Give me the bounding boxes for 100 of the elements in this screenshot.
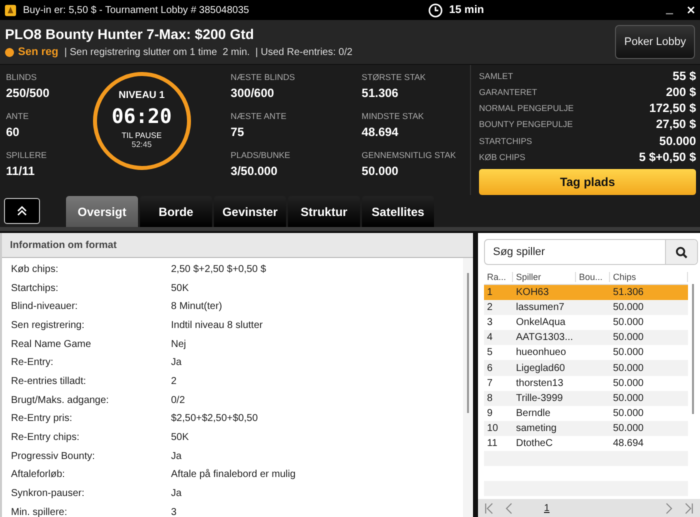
- column-header[interactable]: Spiller: [513, 272, 576, 282]
- info-value: Ja: [171, 450, 182, 462]
- prize-label: BOUNTY PENGEPULJE: [479, 119, 573, 130]
- table-cell-text: AATG1303...: [515, 332, 574, 344]
- player-row[interactable]: 9 Berndle 50.000: [484, 406, 688, 421]
- stat-value: 50.000: [362, 163, 400, 180]
- table-cell-text: 9: [486, 408, 494, 419]
- stat-label: NÆSTE BLINDS: [230, 71, 296, 83]
- page-number[interactable]: 1: [544, 502, 550, 514]
- info-value: 0/2: [171, 394, 185, 406]
- info-label: Real Name Game: [11, 338, 92, 350]
- prize-value: 5 $+0,50 $: [638, 150, 696, 164]
- info-value: Aftale på finalebord er mulig: [171, 469, 296, 480]
- window-title: Buy-in er: 5,50 $ - Tournament Lobby # 385048035: [23, 4, 250, 16]
- collapse-button[interactable]: [4, 198, 40, 224]
- stat-value: 11/11: [6, 163, 36, 180]
- tab[interactable]: Struktur: [288, 196, 360, 227]
- prize-value: 50.000: [659, 134, 696, 148]
- info-label: Aftaleforløb:: [11, 469, 66, 480]
- table-cell-text: 50.000: [612, 347, 645, 358]
- next-page-icon[interactable]: [664, 502, 674, 514]
- table-cell-text: Ligeglad60: [515, 362, 566, 374]
- info-label: Blind-niveauer:: [11, 301, 79, 312]
- table-cell-text: 48.694: [612, 438, 645, 449]
- tab[interactable]: Gevinster: [214, 196, 286, 227]
- info-label: Re-Entry chips:: [11, 432, 80, 444]
- table-cell-text: 50.000: [612, 378, 645, 389]
- logo-icon: [4, 4, 17, 16]
- prize-label: NORMAL PENGEPULJE: [479, 103, 574, 114]
- table-cell-text: Trille-3999: [515, 392, 564, 404]
- registration-info: | Sen registrering slutter om 1 time 2 min. | Used Re-entries: 0/2: [64, 46, 352, 58]
- search-field[interactable]: Søg spiller: [484, 239, 698, 265]
- timer-text: 15 min: [449, 4, 484, 16]
- info-label: Startchips:: [11, 282, 60, 294]
- player-row[interactable]: 2 lassumen7 50.000: [484, 300, 688, 316]
- table-cell-text: hueonhueo: [515, 347, 568, 358]
- table-cell-text: 5: [486, 347, 494, 358]
- table-cell-text: 6: [486, 362, 494, 374]
- stat-value: 60: [6, 124, 20, 141]
- column-header[interactable]: Chips: [610, 272, 688, 282]
- info-value: Ja: [171, 357, 182, 368]
- player-row[interactable]: 5 hueonhueo 50.000: [484, 345, 688, 360]
- status-dot: [5, 48, 14, 56]
- player-row[interactable]: 8 Trille-3999 50.000: [484, 390, 688, 406]
- tab[interactable]: Satellites: [362, 196, 434, 227]
- clock-icon: [428, 2, 444, 18]
- table-cell-text: thorsten13: [515, 378, 564, 389]
- stat-label: NÆSTE ANTE: [230, 110, 288, 122]
- pause-label: TIL PAUSE: [122, 131, 162, 140]
- scrollbar[interactable]: [463, 258, 473, 517]
- info-value: 2: [171, 376, 177, 387]
- player-row[interactable]: 10 sameting 50.000: [484, 420, 688, 436]
- stat-value: 48.694: [362, 124, 400, 141]
- search-icon: [675, 246, 688, 258]
- previous-page-icon[interactable]: [504, 502, 514, 514]
- panel-header: Information om format: [2, 233, 473, 258]
- prize-label: KØB CHIPS: [479, 152, 526, 162]
- player-row[interactable]: 1 KOH63 51.306: [484, 285, 688, 300]
- player-row[interactable]: 4 AATG1303... 50.000: [484, 330, 688, 346]
- table-cell-text: 10: [486, 422, 500, 434]
- table-cell-text: 3: [486, 317, 494, 328]
- tab[interactable]: Oversigt: [66, 196, 138, 227]
- table-cell-text: lassumen7: [515, 302, 566, 314]
- search-input[interactable]: Søg spiller: [485, 240, 665, 264]
- info-label: Synkron-pauser:: [11, 488, 86, 500]
- search-button[interactable]: [665, 240, 697, 264]
- table-cell-text: 50.000: [612, 362, 645, 374]
- player-row[interactable]: 11 DtotheC 48.694: [484, 436, 688, 452]
- tournament-name: PLO8 Bounty Hunter 7-Max: $200 Gtd: [5, 26, 255, 42]
- prize-value: 172,50 $: [649, 101, 696, 116]
- info-value: 8 Minut(ter): [171, 301, 222, 312]
- table-cell-text: 50.000: [612, 392, 645, 404]
- info-label: Re-entries tilladt:: [11, 376, 88, 387]
- info-label: Sen registrering:: [11, 320, 86, 331]
- join-button[interactable]: Tag plads: [479, 168, 696, 196]
- stat-label: GENNEMSNITLIG STAK: [362, 149, 457, 161]
- info-value: $2,50+$2,50+$0,50: [171, 413, 258, 424]
- level-title: NIVEAU 1: [118, 90, 165, 101]
- player-row[interactable]: 3 OnkelAqua 50.000: [484, 315, 688, 330]
- player-row[interactable]: 7 thorsten13 50.000: [484, 376, 688, 391]
- table-cell-text: 50.000: [612, 408, 645, 419]
- table-cell-text: 50.000: [612, 317, 645, 328]
- column-header[interactable]: Bou...: [576, 272, 610, 282]
- table-cell-text: 7: [486, 378, 494, 389]
- column-header[interactable]: Ra...: [484, 272, 513, 282]
- info-value: Nej: [171, 338, 186, 350]
- tab[interactable]: Borde: [140, 196, 212, 227]
- prize-label: SAMLET: [479, 71, 514, 82]
- info-label: Progressiv Bounty:: [11, 450, 96, 462]
- stat-value: 300/600: [230, 85, 276, 102]
- last-page-icon[interactable]: [684, 502, 694, 514]
- table-cell-text: 2: [486, 302, 494, 314]
- poker-lobby-button[interactable]: Poker Lobby: [615, 25, 695, 59]
- table-cell-text: KOH63: [515, 287, 550, 298]
- stat-value: 3/50.000: [230, 163, 278, 180]
- close-icon[interactable]: [686, 5, 696, 15]
- first-page-icon[interactable]: [484, 502, 494, 514]
- player-row[interactable]: 6 Ligeglad60 50.000: [484, 360, 688, 376]
- table-cell-text: DtotheC: [515, 438, 554, 449]
- stat-label: PLADS/BUNKE: [230, 149, 292, 161]
